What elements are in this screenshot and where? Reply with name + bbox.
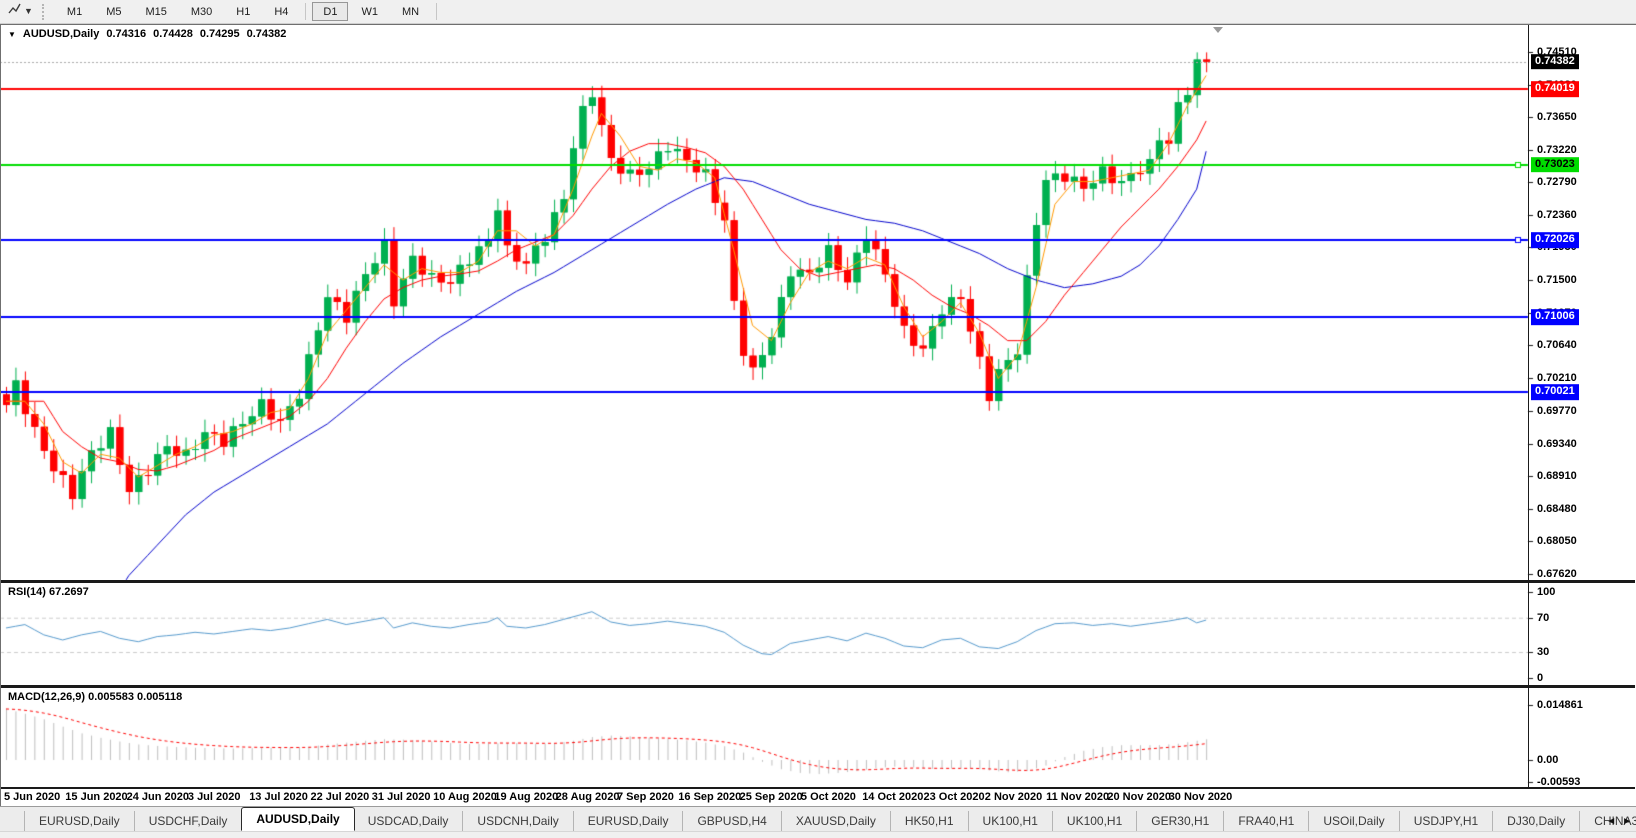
date-axis-label: 15 Jun 2020 [65, 791, 128, 803]
hline-price-badge: 0.74019 [1531, 81, 1579, 98]
rsi-tick-label: 100 [1537, 586, 1556, 598]
toolbar-grip [41, 3, 48, 20]
toolbar-separator [436, 3, 438, 20]
timeframe-button-d1[interactable]: D1 [312, 2, 349, 21]
price-tick-label: 0.73650 [1537, 111, 1577, 124]
rsi-tick-label: 0 [1537, 671, 1544, 684]
chart-tab-eurusd-daily[interactable]: EURUSD,Daily [574, 811, 684, 831]
timeframe-button-m30[interactable]: M30 [180, 2, 223, 21]
panel-separator-main-rsi[interactable] [1, 580, 1635, 583]
chart-symbol-label: AUDUSD,Daily [22, 28, 100, 40]
rsi-tick-label: 70 [1537, 611, 1550, 624]
date-axis-label: 23 Oct 2020 [923, 791, 985, 803]
panel-separator-rsi-macd[interactable] [1, 685, 1635, 688]
date-axis-label: 30 Nov 2020 [1168, 791, 1233, 803]
macd-label: MACD(12,26,9) 0.005583 0.005118 [8, 691, 183, 703]
timeframe-button-m5[interactable]: M5 [95, 2, 132, 21]
price-axis-border [1528, 25, 1529, 789]
chart-tab-usdjpy-h1[interactable]: USDJPY,H1 [1400, 811, 1494, 831]
date-axis-label: 2 Nov 2020 [984, 791, 1043, 803]
price-tick-label: 0.70210 [1537, 371, 1577, 384]
timeframe-button-m1[interactable]: M1 [56, 2, 93, 21]
chart-tab-usdcad-daily[interactable]: USDCAD,Daily [354, 811, 464, 831]
price-tick-label: 0.72360 [1537, 208, 1577, 221]
chart-tab-uk100-h1[interactable]: UK100,H1 [969, 811, 1053, 831]
price-tick-label: 0.68050 [1537, 535, 1577, 548]
chart-dropdown-icon[interactable]: ▼ [8, 30, 16, 39]
date-axis-label: 25 Sep 2020 [739, 791, 803, 803]
date-axis-label: 28 Aug 2020 [555, 791, 620, 803]
toolbar-separator [305, 3, 307, 20]
price-tick-label: 0.69770 [1537, 405, 1577, 418]
rsi-label: RSI(14) 67.2697 [8, 586, 89, 598]
chart-tab-hk50-h1[interactable]: HK50,H1 [891, 811, 969, 831]
price-tick-label: 0.69340 [1537, 437, 1577, 450]
macd-tick-label: 0.00 [1537, 754, 1559, 766]
date-axis-label: 22 Jul 2020 [310, 791, 370, 803]
timeframe-button-h4[interactable]: H4 [263, 2, 299, 21]
tab-scroll-left-icon[interactable]: ◄ [1606, 816, 1616, 827]
status-bar [0, 831, 1636, 838]
line-tools-button[interactable]: ▼ [3, 1, 37, 22]
date-axis-label: 10 Aug 2020 [433, 791, 497, 803]
chart-shift-marker[interactable] [1213, 27, 1223, 33]
macd-tick-label: 0.014861 [1537, 699, 1583, 711]
chart-high-value: 0.74428 [153, 28, 193, 40]
timeframe-button-mn[interactable]: MN [391, 2, 430, 21]
chart-tab-ger30-h1[interactable]: GER30,H1 [1137, 811, 1225, 831]
chart-tab-usdchf-daily[interactable]: USDCHF,Daily [135, 811, 243, 831]
hline-price-badge: 0.72026 [1531, 232, 1579, 249]
hline-price-badge: 0.71006 [1531, 309, 1579, 326]
chart-title-bar[interactable]: ▼ AUDUSD,Daily 0.74316 0.74428 0.74295 0… [8, 28, 286, 40]
date-axis-label: 31 Jul 2020 [371, 791, 431, 803]
date-axis-label: 3 Jul 2020 [187, 791, 241, 803]
date-axis-label: 20 Nov 2020 [1107, 791, 1171, 803]
chart-tab-uk100-h1[interactable]: UK100,H1 [1053, 811, 1138, 831]
date-axis-label: 5 Oct 2020 [800, 791, 856, 803]
date-axis-label: 14 Oct 2020 [862, 791, 924, 803]
chart-tab-gbpusd-h4[interactable]: GBPUSD,H4 [683, 811, 782, 831]
chart-close-value: 0.74382 [246, 28, 287, 40]
date-axis-label: 7 Sep 2020 [617, 791, 674, 803]
date-axis-label: 16 Sep 2020 [678, 791, 742, 803]
trading-platform-window: ▼ M1 M5 M15 M30 H1 H4 D1 W1 MN ▼ AUDUSD,Daily 0.… [0, 0, 1636, 838]
chart-low-value: 0.74295 [199, 28, 240, 40]
chart-tab-xauusd-daily[interactable]: XAUUSD,Daily [782, 811, 891, 831]
date-axis-label: 5 Jun 2020 [4, 791, 61, 803]
price-tick-label: 0.68910 [1537, 470, 1577, 483]
price-tick-label: 0.71500 [1537, 274, 1577, 287]
chart-tab-audusd-daily[interactable]: AUDUSD,Daily [241, 807, 355, 831]
price-tick-label: 0.68480 [1537, 502, 1577, 515]
price-tick-label: 0.73220 [1537, 143, 1577, 156]
trendline-tool-icon [7, 2, 22, 21]
chart-tab-usdcnh-daily[interactable]: USDCNH,Daily [463, 811, 574, 831]
chart-open-value: 0.74316 [106, 28, 147, 40]
date-axis-label: 11 Nov 2020 [1046, 791, 1110, 803]
date-axis-label: 19 Aug 2020 [494, 791, 559, 803]
chart-tab-usoil-daily[interactable]: USOil,Daily [1309, 811, 1400, 831]
panel-separator-macd-timescale [1, 787, 1635, 789]
chevron-down-icon: ▼ [24, 6, 33, 16]
rsi-tick-label: 30 [1537, 645, 1550, 658]
timeframe-button-h1[interactable]: H1 [225, 2, 261, 21]
date-axis-label: 24 Jun 2020 [126, 791, 189, 803]
price-tick-label: 0.72790 [1537, 176, 1577, 189]
top-toolbar: ▼ M1 M5 M15 M30 H1 H4 D1 W1 MN [0, 0, 1636, 24]
chart-tab-fra40-h1[interactable]: FRA40,H1 [1224, 811, 1310, 831]
chart-tab-dj30-daily[interactable]: DJ30,Daily [1493, 811, 1581, 831]
chart-tab-bar: EURUSD,Daily USDCHF,Daily AUDUSD,Daily USDC… [0, 806, 1636, 831]
hline-price-badge: 0.73023 [1531, 156, 1579, 173]
chart-canvas[interactable] [0, 0, 1636, 838]
price-tick-label: 0.67620 [1537, 567, 1577, 580]
date-axis-label: 13 Jul 2020 [249, 791, 308, 803]
timeframe-button-w1[interactable]: W1 [350, 2, 389, 21]
chart-tab-eurusd-daily[interactable]: EURUSD,Daily [24, 811, 135, 831]
current-price-badge: 0.74382 [1531, 53, 1579, 70]
hline-price-badge: 0.70021 [1531, 384, 1579, 400]
tab-scroll-right-icon[interactable]: ► [1622, 816, 1632, 827]
timeframe-button-m15[interactable]: M15 [134, 2, 177, 21]
price-tick-label: 0.70640 [1537, 339, 1577, 352]
